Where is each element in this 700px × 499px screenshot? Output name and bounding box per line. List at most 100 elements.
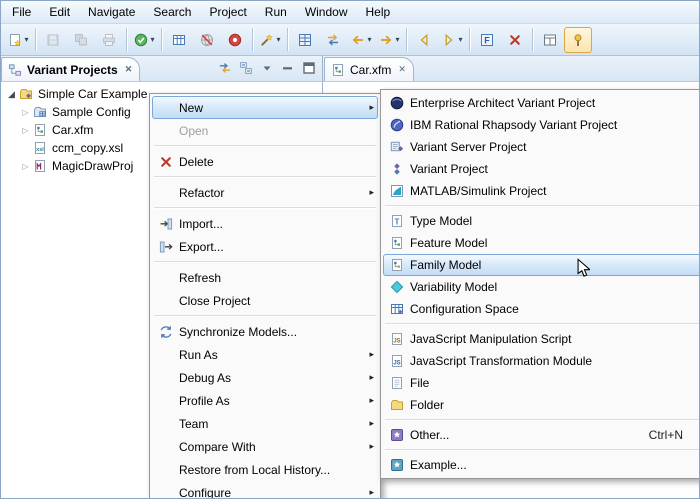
menu-separator (154, 145, 376, 147)
menu-item-example[interactable]: Example... (383, 454, 700, 476)
menu-item-debug-as[interactable]: Debug As▸ (152, 366, 378, 389)
menu-item-variant-server-project[interactable]: Variant Server Project (383, 136, 700, 158)
tree-expander-icon[interactable]: ◢ (5, 89, 18, 100)
tree-expander-icon[interactable]: ▷ (19, 126, 32, 135)
menu-item-label: Export... (176, 240, 374, 254)
menu-item-close-project[interactable]: Close Project (152, 289, 378, 312)
previous-annotation-button[interactable] (410, 27, 438, 53)
menu-item-new[interactable]: New▸ (152, 96, 378, 119)
menu-item-label: Close Project (176, 294, 374, 308)
menu-item-run-as[interactable]: Run As▸ (152, 343, 378, 366)
xsl-file-icon: xsl (32, 140, 48, 156)
web-disabled-button[interactable] (193, 27, 221, 53)
delete-button[interactable] (501, 27, 529, 53)
collapse-all-button[interactable] (237, 59, 255, 77)
back-button[interactable]: ▾ (347, 27, 375, 53)
next-annotation-icon (441, 32, 457, 48)
table-lens-button[interactable] (291, 27, 319, 53)
menu-file[interactable]: File (3, 2, 40, 22)
dropdown-arrow-icon[interactable]: ▾ (276, 35, 280, 44)
swap-arrows-icon (325, 32, 341, 48)
menu-navigate[interactable]: Navigate (79, 2, 144, 22)
application-window: FileEditNavigateSearchProjectRunWindowHe… (0, 0, 700, 499)
menu-item-delete[interactable]: Delete (152, 150, 378, 173)
menu-edit[interactable]: Edit (40, 2, 79, 22)
menu-item-icon-slot: T (387, 213, 407, 229)
editor-split-button[interactable] (536, 27, 564, 53)
menu-item-icon-slot (387, 427, 407, 443)
wand-button[interactable]: ▾ (256, 27, 284, 53)
tree-expander-icon[interactable]: ▷ (19, 108, 32, 117)
tree-expander-icon[interactable]: ▷ (19, 162, 32, 171)
menu-item-javascript-manipulation-script[interactable]: JSJavaScript Manipulation Script (383, 328, 700, 350)
menu-window[interactable]: Window (296, 2, 357, 22)
enterprise-architect-icon (389, 95, 405, 111)
menu-item-other[interactable]: Other...Ctrl+N (383, 424, 700, 446)
menu-item-type-model[interactable]: TType Model (383, 210, 700, 232)
other-wizard-icon (389, 427, 405, 443)
menu-separator (154, 176, 376, 178)
menu-search[interactable]: Search (144, 2, 200, 22)
menu-item-export[interactable]: Export... (152, 235, 378, 258)
menu-item-profile-as[interactable]: Profile As▸ (152, 389, 378, 412)
stop-red-button[interactable] (221, 27, 249, 53)
close-icon[interactable] (125, 64, 133, 75)
menu-help[interactable]: Help (357, 2, 400, 22)
menu-item-configuration-space[interactable]: Configuration Space (383, 298, 700, 320)
rhapsody-icon (389, 117, 405, 133)
dropdown-arrow-icon[interactable]: ▾ (458, 35, 462, 44)
menu-item-configure[interactable]: Configure▸ (152, 481, 378, 499)
menu-separator (385, 419, 700, 421)
menu-item-synchronize-models[interactable]: Synchronize Models... (152, 320, 378, 343)
menu-item-icon-slot (387, 161, 407, 177)
toolbar-separator (532, 28, 533, 51)
menu-item-folder[interactable]: Folder (383, 394, 700, 416)
menu-item-import[interactable]: Import... (152, 212, 378, 235)
forward-button[interactable]: ▾ (375, 27, 403, 53)
tab-car-xfm[interactable]: Car.xfm (324, 57, 414, 81)
dropdown-arrow-icon[interactable]: ▾ (24, 35, 28, 44)
dropdown-arrow-icon[interactable]: ▾ (150, 35, 154, 44)
minimize-button[interactable] (279, 59, 297, 77)
menu-item-variability-model[interactable]: Variability Model (383, 276, 700, 298)
menu-item-compare-with[interactable]: Compare With▸ (152, 435, 378, 458)
feature-model-file-icon (32, 122, 48, 138)
menu-item-label: Refresh (176, 271, 374, 285)
pin-editor-button[interactable] (564, 27, 592, 53)
menu-item-enterprise-architect-variant-project[interactable]: Enterprise Architect Variant Project (383, 92, 700, 114)
dropdown-arrow-icon[interactable]: ▾ (395, 35, 399, 44)
menu-item-file[interactable]: File (383, 372, 700, 394)
print-button (95, 27, 123, 53)
tab-variant-projects[interactable]: Variant Projects (1, 57, 140, 81)
pin-editor-icon (570, 32, 586, 48)
menu-item-open: Open (152, 119, 378, 142)
next-annotation-button[interactable]: ▾ (438, 27, 466, 53)
menu-project[interactable]: Project (200, 2, 255, 22)
close-icon[interactable] (398, 64, 406, 75)
menu-item-javascript-transformation-module[interactable]: JSJavaScript Transformation Module (383, 350, 700, 372)
menu-item-icon-slot (156, 216, 176, 232)
menu-item-restore-from-local-history[interactable]: Restore from Local History... (152, 458, 378, 481)
open-variant-button[interactable]: ▾ (130, 27, 158, 53)
new-feature-button[interactable]: F (473, 27, 501, 53)
link-with-editor-button[interactable] (216, 59, 234, 77)
menu-item-variant-project[interactable]: Variant Project (383, 158, 700, 180)
menu-item-label: Compare With (176, 440, 362, 454)
new-wizard-button[interactable]: ▾ (4, 27, 32, 53)
menu-item-family-model[interactable]: Family Model (383, 254, 700, 276)
view-menu-button[interactable] (258, 59, 276, 77)
menu-item-matlab-simulink-project[interactable]: MATLAB/Simulink Project (383, 180, 700, 202)
menu-item-label: Example... (407, 458, 700, 472)
dropdown-arrow-icon[interactable]: ▾ (367, 35, 371, 44)
menu-item-team[interactable]: Team▸ (152, 412, 378, 435)
swap-arrows-button[interactable] (319, 27, 347, 53)
menu-item-ibm-rational-rhapsody-variant-project[interactable]: IBM Rational Rhapsody Variant Project (383, 114, 700, 136)
menu-item-feature-model[interactable]: Feature Model (383, 232, 700, 254)
menu-item-refresh[interactable]: Refresh (152, 266, 378, 289)
previous-annotation-icon (416, 32, 432, 48)
menu-run[interactable]: Run (256, 2, 296, 22)
menu-item-refactor[interactable]: Refactor▸ (152, 181, 378, 204)
maximize-button[interactable] (300, 59, 318, 77)
table-editor-button[interactable] (165, 27, 193, 53)
variant-server-icon (389, 139, 405, 155)
